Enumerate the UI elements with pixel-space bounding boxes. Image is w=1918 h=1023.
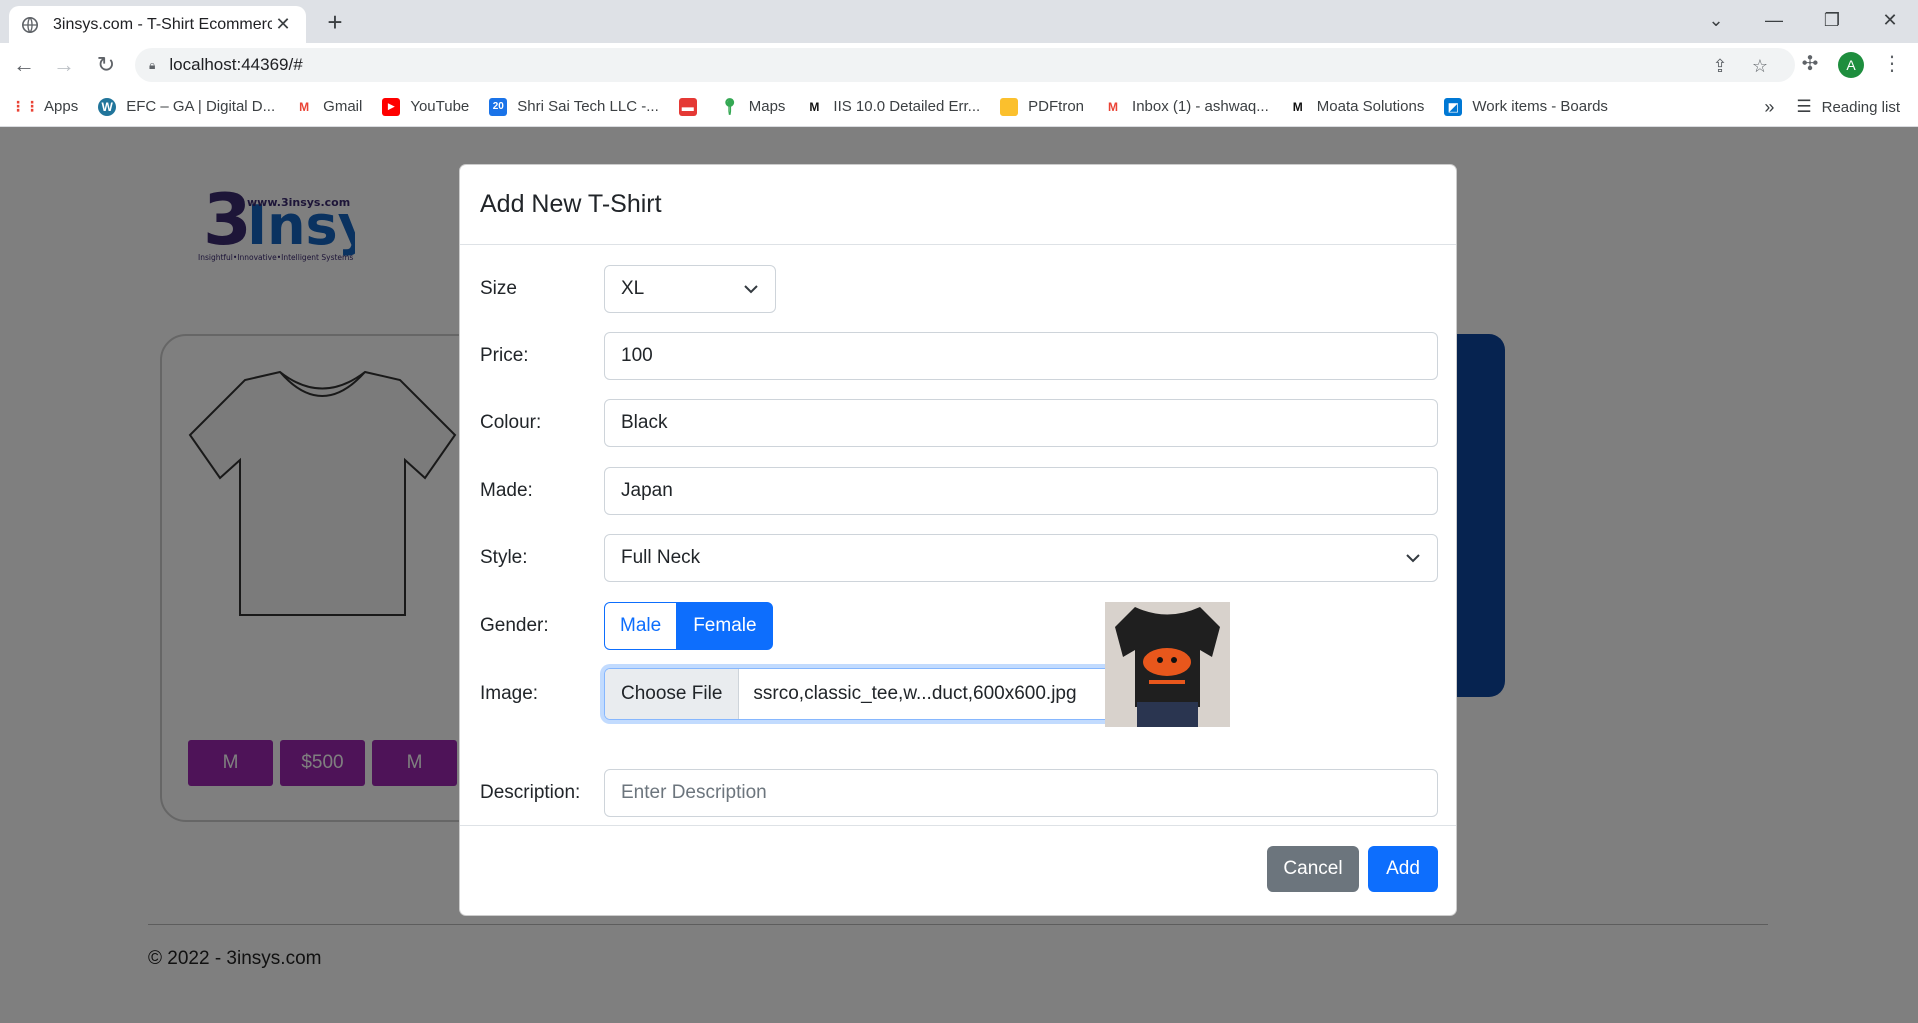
description-row: Description: Enter Description bbox=[480, 769, 1438, 817]
restore-icon[interactable]: ❐ bbox=[1806, 0, 1858, 40]
bookmark-gmail[interactable]: M Gmail bbox=[295, 98, 362, 116]
tab-search-icon[interactable]: ⌄ bbox=[1690, 0, 1742, 40]
browser-tab[interactable]: 3insys.com - T-Shirt Ecommerce ✕ bbox=[9, 6, 306, 43]
size-value: XL bbox=[621, 278, 645, 299]
choose-file-button[interactable]: Choose File bbox=[605, 669, 740, 719]
bookmark-star-icon[interactable]: ☆ bbox=[1750, 56, 1770, 76]
colour-row: Colour: Black bbox=[480, 399, 1438, 447]
new-tab-icon[interactable]: + bbox=[320, 8, 350, 38]
size-label: Size bbox=[480, 278, 517, 299]
made-label: Made: bbox=[480, 480, 533, 501]
url-text: localhost:44369/# bbox=[169, 55, 303, 74]
reading-list[interactable]: Reading list bbox=[1822, 99, 1900, 116]
folder-icon bbox=[1000, 97, 1019, 116]
lock-icon: 🔒︎ bbox=[149, 57, 156, 72]
description-input[interactable]: Enter Description bbox=[604, 769, 1438, 817]
cancel-button[interactable]: Cancel bbox=[1267, 846, 1359, 892]
gender-male-button[interactable]: Male bbox=[604, 602, 678, 650]
colour-label: Colour: bbox=[480, 412, 542, 433]
azure-boards-icon: ◩ bbox=[1444, 97, 1463, 116]
bookmark-iis[interactable]: M IIS 10.0 Detailed Err... bbox=[805, 98, 980, 116]
bookmark-work-items[interactable]: ◩ Work items - Boards bbox=[1444, 97, 1608, 116]
bookmark-maps[interactable]: 📍︎ Maps bbox=[719, 98, 786, 116]
modal-title: Add New T-Shirt bbox=[480, 190, 662, 218]
bookmark-moata[interactable]: M Moata Solutions bbox=[1289, 98, 1425, 116]
modal-footer: Cancel Add bbox=[460, 825, 1456, 915]
style-row: Style: Full Neck bbox=[480, 534, 1438, 582]
back-icon[interactable]: ← bbox=[8, 49, 40, 81]
maps-icon: 📍︎ bbox=[719, 98, 740, 116]
calendar-icon: 20 bbox=[489, 97, 508, 116]
description-label: Description: bbox=[480, 782, 581, 803]
add-tshirt-modal: Add New T-Shirt Size XL Price: 100 Colou… bbox=[459, 164, 1457, 916]
address-bar[interactable]: 🔒︎ localhost:44369/# bbox=[135, 48, 1795, 82]
bookmark-pdftron[interactable]: PDFtron bbox=[1000, 97, 1084, 116]
browser-toolbar: ← → ↻ 🔒︎ localhost:44369/# ⇪ ☆ bbox=[0, 43, 1918, 87]
gender-row: Gender: Male Female bbox=[480, 602, 773, 650]
red-bookmark-icon: ▬ bbox=[678, 97, 697, 116]
minimize-icon[interactable]: — bbox=[1748, 0, 1800, 40]
image-row: Image: Choose File ssrco,classic_tee,w..… bbox=[480, 668, 1112, 720]
tab-title: 3insys.com - T-Shirt Ecommerce bbox=[53, 15, 272, 33]
made-input[interactable]: Japan bbox=[604, 467, 1438, 515]
apps-grid-icon: ⋮⋮ bbox=[11, 98, 39, 114]
wordpress-icon: W bbox=[98, 97, 117, 116]
modal-header: Add New T-Shirt bbox=[460, 165, 1456, 245]
menu-icon[interactable]: ⋮ bbox=[1878, 50, 1906, 78]
price-input[interactable]: 100 bbox=[604, 332, 1438, 380]
size-select[interactable]: XL bbox=[604, 265, 776, 313]
price-label: Price: bbox=[480, 345, 529, 366]
style-value: Full Neck bbox=[621, 547, 701, 568]
add-button[interactable]: Add bbox=[1368, 846, 1438, 892]
more-bookmarks-icon[interactable]: » bbox=[1764, 97, 1774, 118]
gender-label: Gender: bbox=[480, 615, 549, 636]
extensions-icon[interactable]: ✣ bbox=[1796, 50, 1824, 78]
bookmark-inbox[interactable]: M Inbox (1) - ashwaq... bbox=[1104, 98, 1269, 116]
forward-icon[interactable]: → bbox=[48, 49, 80, 81]
bookmark-apps[interactable]: ⋮⋮ Apps bbox=[11, 98, 78, 116]
globe-icon bbox=[21, 16, 39, 33]
share-icon[interactable]: ⇪ bbox=[1710, 56, 1730, 76]
window-close-icon[interactable]: ✕ bbox=[1864, 0, 1916, 40]
youtube-icon: ▶ bbox=[382, 97, 401, 116]
m-icon: M bbox=[809, 99, 820, 114]
style-select[interactable]: Full Neck bbox=[604, 534, 1438, 582]
gender-toggle: Male Female bbox=[604, 602, 773, 650]
tshirt-preview-image bbox=[1105, 602, 1230, 727]
reload-icon[interactable]: ↻ bbox=[90, 49, 122, 81]
close-tab-icon[interactable]: ✕ bbox=[272, 14, 294, 36]
gender-female-button[interactable]: Female bbox=[677, 602, 773, 650]
style-label: Style: bbox=[480, 547, 528, 568]
bookmark-shri-sai[interactable]: 20 Shri Sai Tech LLC -... bbox=[489, 97, 659, 116]
colour-input[interactable]: Black bbox=[604, 399, 1438, 447]
m-icon: M bbox=[1292, 99, 1303, 114]
tab-strip: 3insys.com - T-Shirt Ecommerce ✕ + ⌄ — ❐… bbox=[0, 0, 1918, 43]
made-row: Made: Japan bbox=[480, 467, 1438, 515]
chevron-down-icon bbox=[744, 285, 758, 294]
gmail-icon: M bbox=[299, 99, 310, 114]
profile-avatar[interactable]: A bbox=[1838, 52, 1864, 78]
bookmark-youtube[interactable]: ▶ YouTube bbox=[382, 97, 469, 116]
image-label: Image: bbox=[480, 683, 539, 704]
gmail-icon: M bbox=[1108, 99, 1119, 114]
chevron-down-icon bbox=[1406, 554, 1420, 563]
image-file-input[interactable]: Choose File ssrco,classic_tee,w...duct,6… bbox=[604, 668, 1112, 720]
description-placeholder: Enter Description bbox=[621, 782, 767, 803]
bookmark-red[interactable]: ▬ bbox=[678, 97, 701, 116]
bookmarks-bar: ⋮⋮ Apps W EFC – GA | Digital D... M Gmail ▶… bbox=[0, 87, 1918, 127]
price-row: Price: 100 bbox=[480, 332, 1438, 380]
reading-list-icon: ☰ bbox=[1796, 97, 1812, 116]
size-row: Size XL bbox=[480, 265, 776, 313]
file-name: ssrco,classic_tee,w...duct,600x600.jpg bbox=[753, 683, 1077, 704]
bookmark-efc[interactable]: W EFC – GA | Digital D... bbox=[98, 97, 275, 116]
